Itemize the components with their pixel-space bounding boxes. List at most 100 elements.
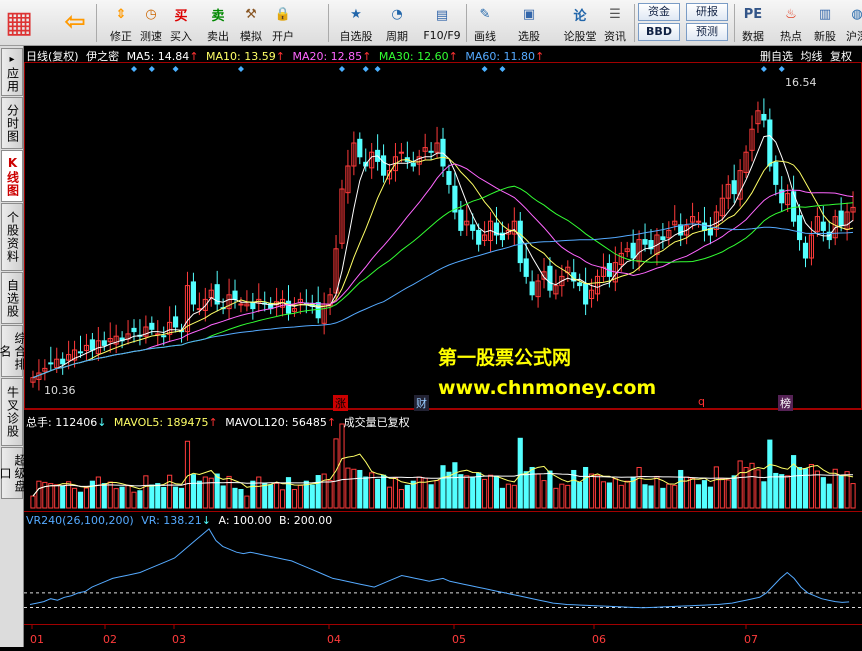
period-label[interactable]: 日线(复权): [26, 50, 79, 63]
remove-watchlist-tab[interactable]: 删自选: [760, 50, 793, 63]
stock-name: 伊之密: [86, 50, 120, 63]
shanghai-button[interactable]: ◍ 沪深: [842, 1, 862, 44]
xiuzheng-button[interactable]: ⇕ 修正: [106, 1, 136, 44]
research-button[interactable]: 研报: [686, 3, 728, 21]
volume-bar: [398, 489, 404, 509]
candle-body: [285, 300, 292, 314]
volume-bar: [428, 484, 434, 509]
forecast-button[interactable]: 预测: [686, 23, 728, 41]
simulate-button[interactable]: ⚒ 模拟: [236, 1, 266, 44]
candle-body: [357, 138, 363, 158]
adjust-tab[interactable]: 复权: [830, 50, 852, 63]
sidebar-tab-label: K线图: [5, 155, 20, 197]
signal-diamond-icon: [499, 66, 506, 72]
hotspot-button[interactable]: ♨ 热点: [776, 1, 806, 44]
sidebar-tab-4[interactable]: 自选股: [1, 272, 23, 324]
ceshu-button[interactable]: ◷ 测速: [136, 1, 166, 44]
marker-bang[interactable]: 榜: [778, 395, 793, 411]
volume-bar: [125, 485, 131, 509]
kline-chart-area[interactable]: 01 02 03 04 05 06 07 日线(复权) 伊之密 MA5: 14.84↑ MA…: [24, 46, 862, 647]
buy-icon: 买: [174, 9, 188, 24]
open-account-button[interactable]: 🔒 开户: [268, 1, 298, 44]
volume-bar: [612, 478, 618, 509]
buy-button[interactable]: 买买入: [166, 1, 196, 44]
volume-bar: [482, 478, 488, 509]
volume-bar: [583, 466, 589, 509]
bbd-button[interactable]: BBD: [638, 23, 680, 41]
sidebar-tab-2[interactable]: K线图: [1, 150, 23, 202]
marker-q[interactable]: q: [696, 395, 707, 408]
toolbar-separator: [328, 4, 329, 42]
back-button[interactable]: ⇦: [60, 1, 90, 44]
signal-diamond-icon: [172, 66, 179, 72]
signal-diamond-icon: [130, 66, 137, 72]
volume-bar: [761, 481, 767, 509]
stock-forum-button[interactable]: 论论股堂: [558, 1, 602, 44]
sidebar-tab-0[interactable]: ▸ 应用: [1, 48, 23, 96]
volume-bar: [535, 473, 541, 509]
volume-bar: [196, 480, 202, 509]
f10-button[interactable]: ▤ F10/F9: [420, 1, 464, 44]
sell-icon: 卖: [211, 9, 225, 24]
sidebar-tab-label: 超级盘口: [0, 453, 27, 493]
sell-button[interactable]: 卖卖出: [203, 1, 233, 44]
stock-pick-button-label: 选股: [518, 30, 540, 43]
volume-bar: [345, 467, 351, 509]
volume-bar: [577, 481, 583, 509]
sidebar-tab-6[interactable]: 牛叉诊股: [1, 378, 23, 446]
flame-icon: ♨: [785, 7, 797, 22]
sidebar-tab-1[interactable]: 分时图: [1, 97, 23, 149]
volume-bar: [167, 474, 173, 509]
capital-button[interactable]: 资金: [638, 3, 680, 21]
volume-bar: [642, 484, 648, 509]
clock-icon: ◔: [391, 7, 403, 22]
period-button[interactable]: ◔ 周期: [382, 1, 412, 44]
candle-body: [60, 358, 66, 365]
draw-line-button[interactable]: ✎ 画线: [470, 1, 500, 44]
info-button[interactable]: ☰ 资讯: [600, 1, 630, 44]
volume-bar: [636, 466, 642, 509]
sell-button-label: 卖出: [207, 30, 229, 43]
candle-body: [701, 222, 708, 231]
sidebar-tab-7[interactable]: 超级盘口: [0, 447, 27, 499]
stock-pick-button[interactable]: ▣ 选股: [514, 1, 544, 44]
watchlist-button[interactable]: ★ 自选股: [334, 1, 378, 44]
sidebar-tab-5[interactable]: 综合排名: [0, 325, 27, 377]
vr-name-label[interactable]: VR240(26,100,200): [26, 514, 134, 527]
sidebar-tab-3[interactable]: 个股资料: [1, 203, 23, 271]
ma10-up-arrow-icon: ↑: [275, 50, 285, 63]
open-account-button-label: 开户: [272, 30, 294, 43]
volume-bar: [95, 476, 101, 509]
volume-bar: [464, 475, 470, 509]
volume-bar: [119, 486, 125, 509]
volume-bar: [226, 475, 232, 509]
signal-diamond-icon: [778, 66, 785, 72]
signal-diamond-icon: [760, 66, 767, 72]
data-button[interactable]: PE 数据: [738, 1, 768, 44]
back-arrow-icon: ⇦: [64, 7, 86, 37]
new-stock-button[interactable]: ▥ 新股: [810, 1, 840, 44]
volume-bar: [553, 487, 559, 509]
candle-body: [238, 303, 244, 306]
marker-zhang[interactable]: 涨: [333, 395, 348, 411]
volume-bar: [309, 484, 315, 509]
volume-bar: [274, 482, 280, 509]
volume-bar: [511, 484, 517, 509]
volume-bar: [214, 473, 220, 509]
ma20-up-arrow-icon: ↑: [362, 50, 372, 63]
period-button-label: 周期: [386, 30, 408, 43]
color-grid-button[interactable]: ▦: [4, 1, 34, 44]
volume-bar: [434, 480, 440, 509]
vr-header: VR240(26,100,200) VR: 138.21↓ A: 100.00 …: [26, 514, 336, 527]
vr-value-label: VR: 138.21: [141, 514, 202, 527]
ma-tab[interactable]: 均线: [801, 50, 823, 63]
new-stock-button-label: 新股: [814, 30, 836, 43]
volume-bar: [178, 487, 185, 509]
candle-body: [660, 236, 666, 241]
vr-b-label: B: 200.00: [279, 514, 333, 527]
volume-bar: [386, 486, 393, 509]
xiuzheng-button-label: 修正: [110, 30, 132, 43]
marker-cai[interactable]: 财: [414, 395, 429, 411]
volume-bar: [54, 484, 60, 509]
volume-bar: [725, 479, 731, 509]
